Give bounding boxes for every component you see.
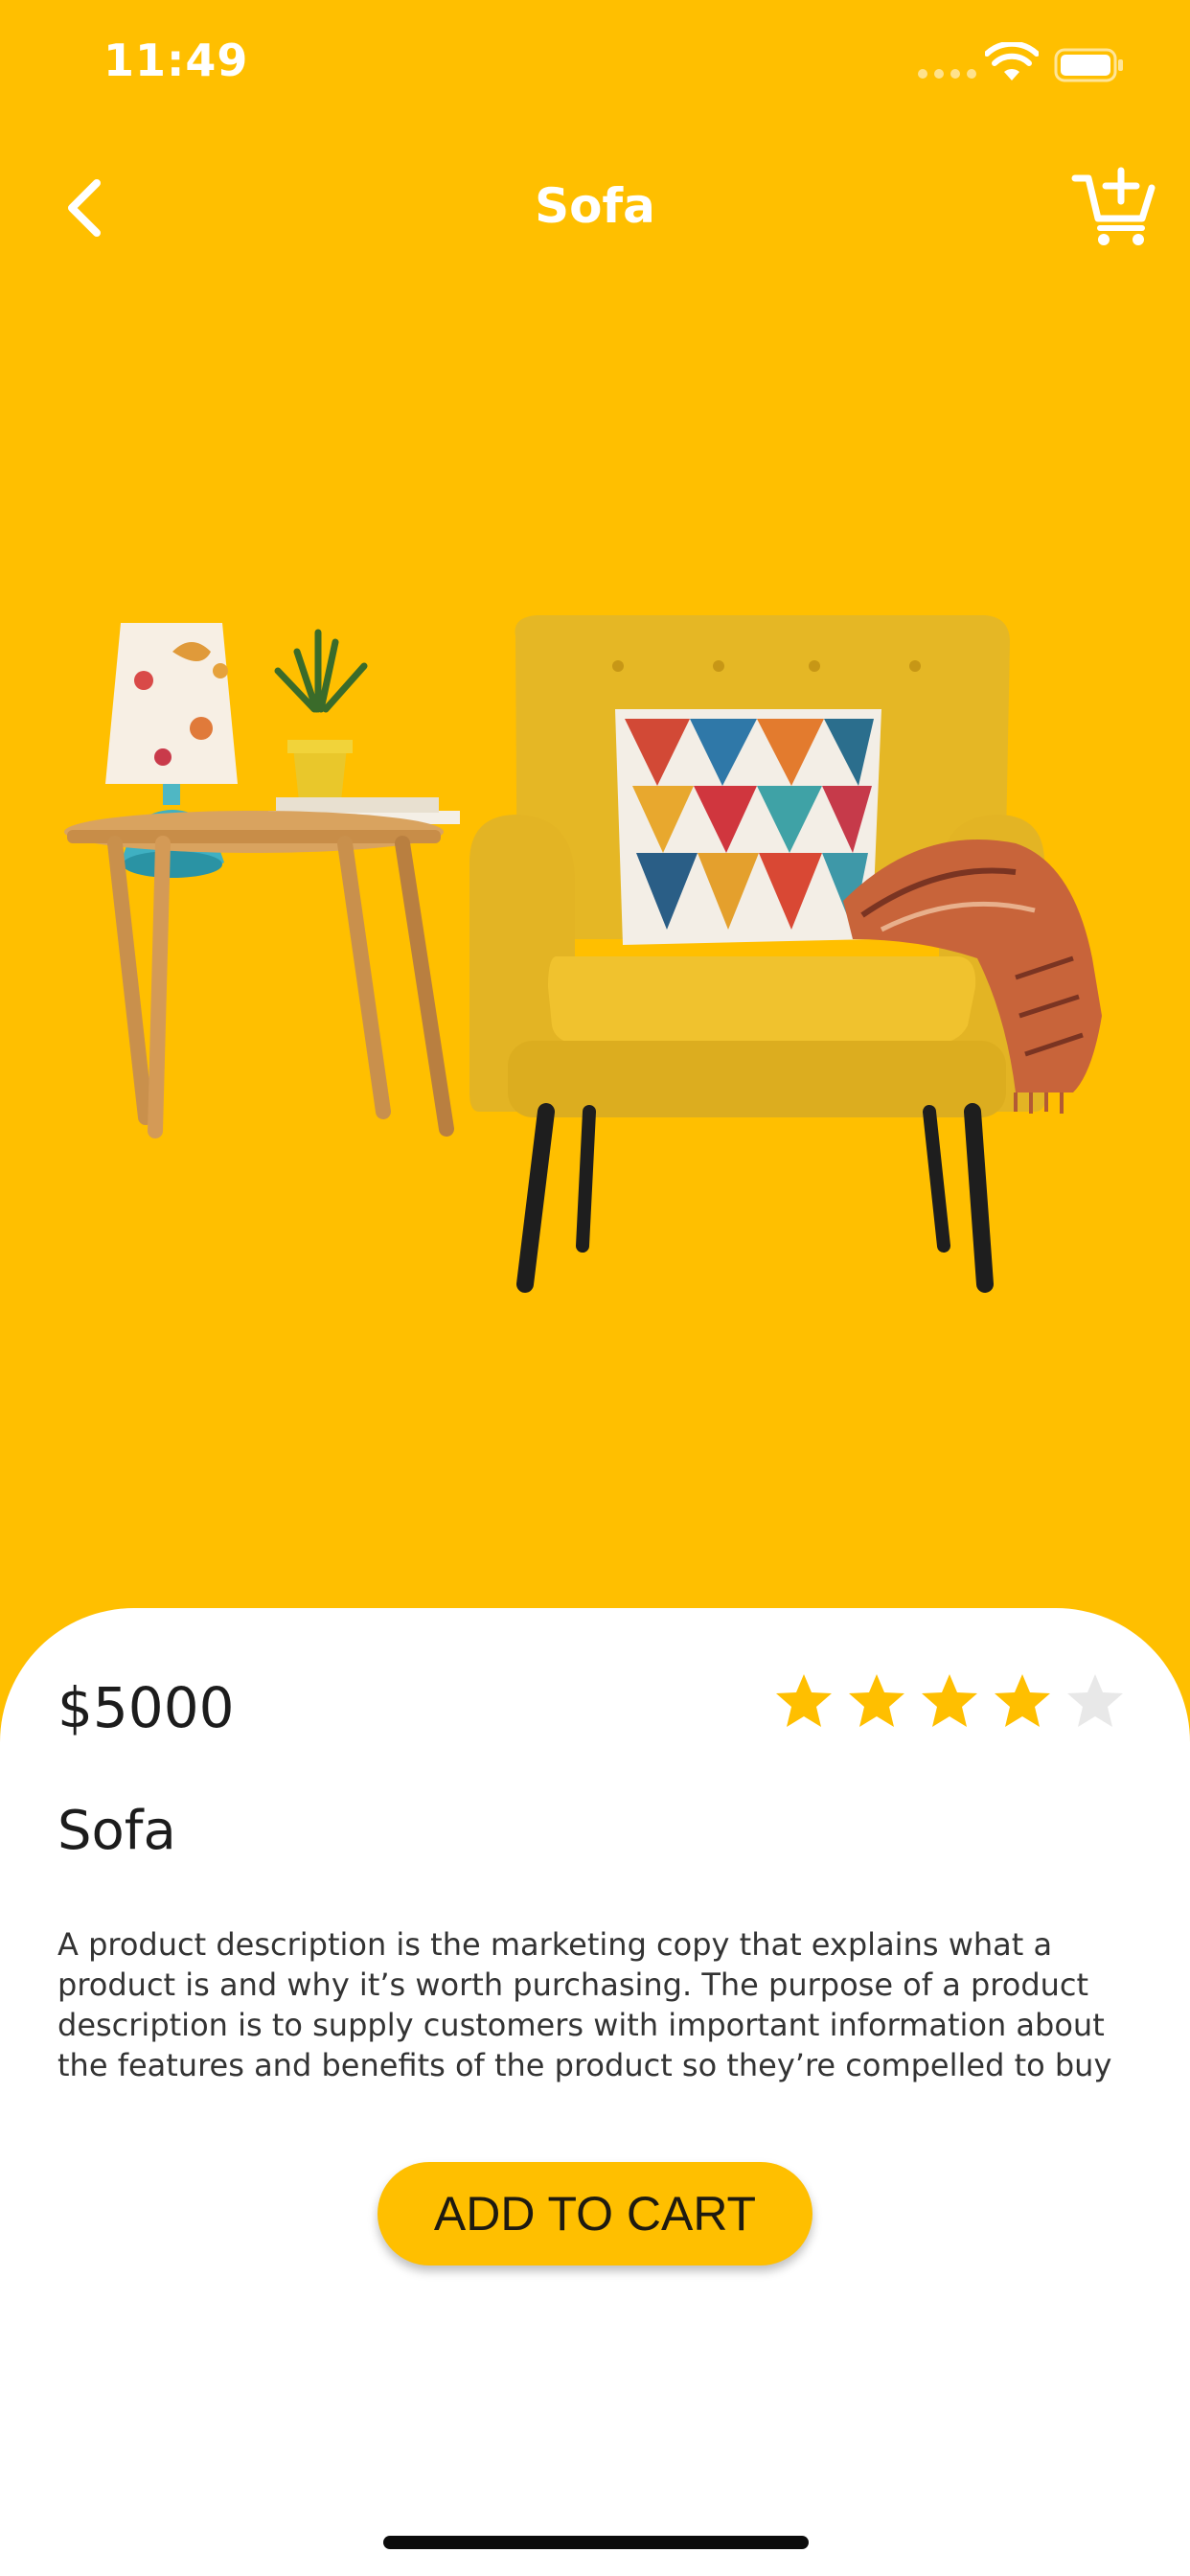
product-details-sheet: $5000 Sofa A product description is the … (0, 1608, 1190, 2576)
star-filled-icon (922, 1674, 977, 1727)
rating-stars (774, 1671, 1125, 1731)
star-empty-icon (1067, 1674, 1123, 1727)
pillow (615, 709, 881, 945)
armchair (469, 615, 1102, 1293)
side-table (64, 811, 454, 1138)
home-indicator (383, 2536, 809, 2549)
page-title: Sofa (535, 178, 655, 234)
star-filled-icon (995, 1674, 1050, 1727)
product-description: A product description is the marketing c… (57, 1926, 1112, 2083)
product-screen: 11:49 Sofa $5000 Sofa A product descript… (0, 0, 1190, 2576)
product-image (64, 615, 1102, 1293)
status-time: 11:49 (103, 34, 249, 86)
cart-plus-icon (1071, 167, 1156, 245)
app-header: Sofa (0, 153, 1190, 259)
product-price: $5000 (57, 1675, 235, 1740)
cellular-signal-icon (918, 69, 976, 79)
product-name: Sofa (57, 1800, 176, 1862)
status-bar: 11:49 (0, 0, 1190, 125)
add-to-cart-button[interactable]: ADD TO CART (378, 2162, 812, 2266)
battery-icon (1054, 48, 1123, 82)
star-filled-icon (849, 1674, 904, 1727)
star-filled-icon (776, 1674, 832, 1727)
add-to-cart-header-button[interactable] (1071, 163, 1157, 249)
plant (274, 629, 368, 801)
wifi-icon (985, 42, 1039, 80)
